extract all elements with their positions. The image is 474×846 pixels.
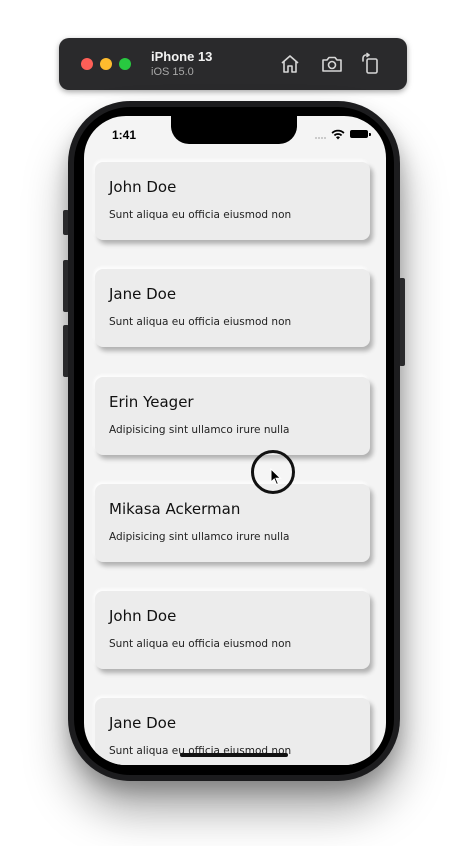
status-time: 1:41 [112, 128, 137, 142]
card-description: Sunt aliqua eu officia eiusmod non [109, 638, 292, 650]
card-name: John Doe [109, 178, 177, 196]
zoom-window-button[interactable] [119, 58, 131, 70]
notch [171, 116, 297, 144]
card-name: Jane Doe [109, 285, 177, 303]
screenshot-button[interactable] [320, 52, 344, 76]
simulator-toolbar: iPhone 13 iOS 15.0 [59, 38, 407, 90]
list-item[interactable]: John Doe Sunt aliqua eu officia eiusmod … [95, 162, 370, 240]
card-description: Sunt aliqua eu officia eiusmod non [109, 209, 292, 221]
device-name: iPhone 13 [151, 49, 213, 64]
minimize-window-button[interactable] [100, 58, 112, 70]
battery-icon [350, 130, 371, 138]
card-name: John Doe [109, 607, 177, 625]
card-name: Erin Yeager [109, 393, 194, 411]
home-indicator[interactable] [180, 753, 288, 757]
list-item[interactable]: Mikasa Ackerman Adipisicing sint ullamco… [95, 484, 370, 562]
cellular-signal-icon [315, 129, 326, 139]
card-description: Sunt aliqua eu officia eiusmod non [109, 316, 292, 328]
os-version: iOS 15.0 [151, 66, 194, 78]
home-icon [281, 55, 299, 73]
status-icons [315, 128, 371, 140]
list-item[interactable]: John Doe Sunt aliqua eu officia eiusmod … [95, 591, 370, 669]
list-item[interactable]: Erin Yeager Adipisicing sint ullamco iru… [95, 377, 370, 455]
list-item[interactable]: Jane Doe Sunt aliqua eu officia eiusmod … [95, 269, 370, 347]
card-name: Mikasa Ackerman [109, 500, 241, 518]
card-description: Adipisicing sint ullamco irure nulla [109, 424, 290, 436]
close-window-button[interactable] [81, 58, 93, 70]
home-button[interactable] [278, 52, 302, 76]
wifi-icon [331, 129, 345, 140]
rotate-icon [362, 52, 378, 74]
simulator-title: iPhone 13 iOS 15.0 [151, 49, 212, 79]
card-name: Jane Doe [109, 714, 177, 732]
cursor-arrow-icon [270, 468, 282, 486]
card-description: Adipisicing sint ullamco irure nulla [109, 531, 290, 543]
phone-screen: John Doe Sunt aliqua eu officia eiusmod … [84, 116, 386, 765]
screenshot-icon [322, 56, 342, 72]
rotate-button[interactable] [359, 52, 383, 76]
